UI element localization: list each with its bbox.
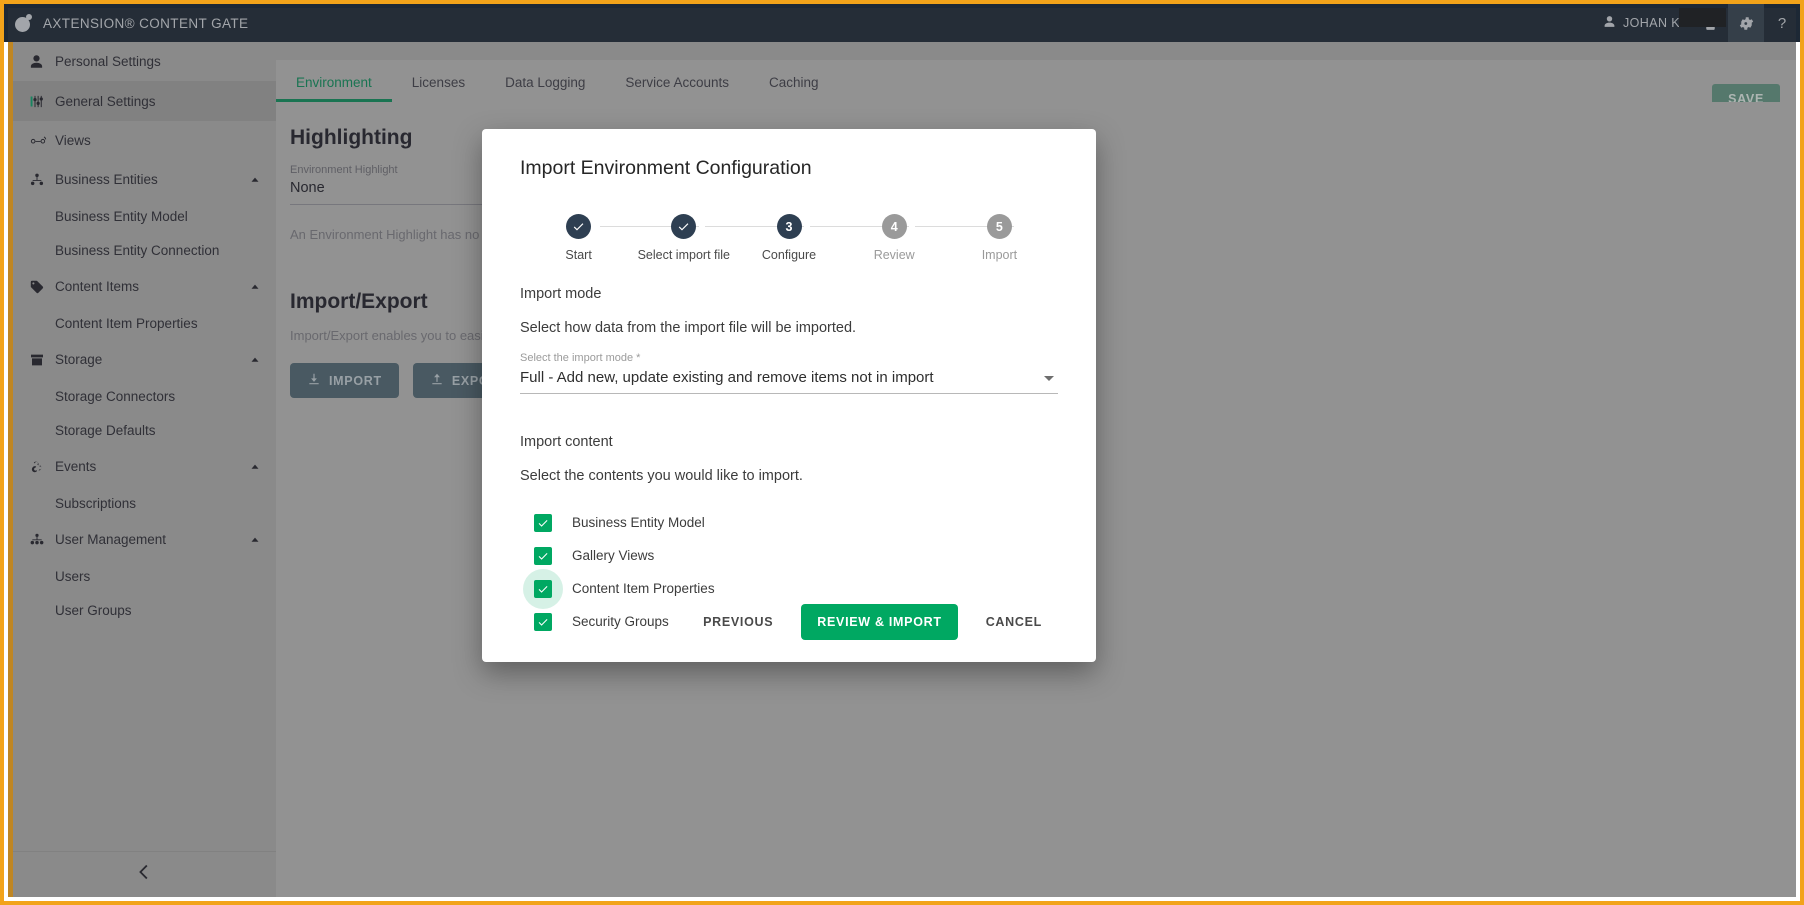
wizard-stepper: Start Select import file 3 Configure 4 R… [520, 214, 1058, 276]
app-window: AXTENSION® CONTENT GATE JOHAN K ? Person… [0, 0, 1804, 905]
dialog-title: Import Environment Configuration [520, 157, 812, 179]
checkmark-icon [523, 568, 563, 609]
step-label: Select import file [637, 248, 730, 262]
step-configure[interactable]: 3 Configure [736, 214, 909, 262]
step-number: 5 [986, 214, 1012, 239]
step-review[interactable]: 4 Review [842, 214, 1015, 262]
import-environment-configuration-dialog: Import Environment Configuration Start S… [482, 129, 1096, 662]
checkbox-content-item-properties[interactable]: Content Item Properties [520, 568, 1058, 609]
cancel-button[interactable]: CANCEL [970, 605, 1058, 639]
step-number: 4 [881, 214, 907, 239]
checkmark-icon [534, 513, 552, 532]
step-number: 3 [776, 214, 802, 239]
import-mode-description: Select how data from the import file wil… [520, 320, 857, 336]
step-import[interactable]: 5 Import [947, 214, 1052, 262]
step-complete-check-icon [566, 214, 592, 239]
review-and-import-button[interactable]: REVIEW & IMPORT [801, 604, 958, 640]
import-content-heading: Import content [520, 434, 613, 450]
step-start[interactable]: Start [526, 214, 699, 262]
checkbox-label: Business Entity Model [572, 515, 705, 530]
step-label: Start [565, 248, 592, 262]
step-label: Review [873, 248, 915, 262]
step-select-import-file[interactable]: Select import file [631, 214, 804, 262]
import-content-description: Select the contents you would like to im… [520, 468, 803, 484]
import-mode-select-value: Full - Add new, update existing and remo… [520, 369, 934, 386]
step-label: Import [981, 248, 1018, 262]
dialog-footer: PREVIOUS REVIEW & IMPORT CANCEL [520, 604, 1058, 640]
import-mode-select[interactable]: Select the import mode * Full - Add new,… [520, 352, 1058, 394]
step-complete-check-icon [671, 214, 697, 239]
checkbox-gallery-views[interactable]: Gallery Views [520, 539, 1058, 572]
import-mode-select-label: Select the import mode * [520, 352, 641, 364]
chevron-down-icon [1044, 376, 1054, 381]
previous-button[interactable]: PREVIOUS [687, 605, 789, 639]
checkbox-label: Gallery Views [572, 548, 655, 563]
checkbox-label: Content Item Properties [572, 581, 715, 596]
step-label: Configure [761, 248, 817, 262]
checkbox-business-entity-model[interactable]: Business Entity Model [520, 506, 1058, 539]
import-mode-heading: Import mode [520, 286, 602, 302]
checkmark-icon [534, 546, 552, 565]
